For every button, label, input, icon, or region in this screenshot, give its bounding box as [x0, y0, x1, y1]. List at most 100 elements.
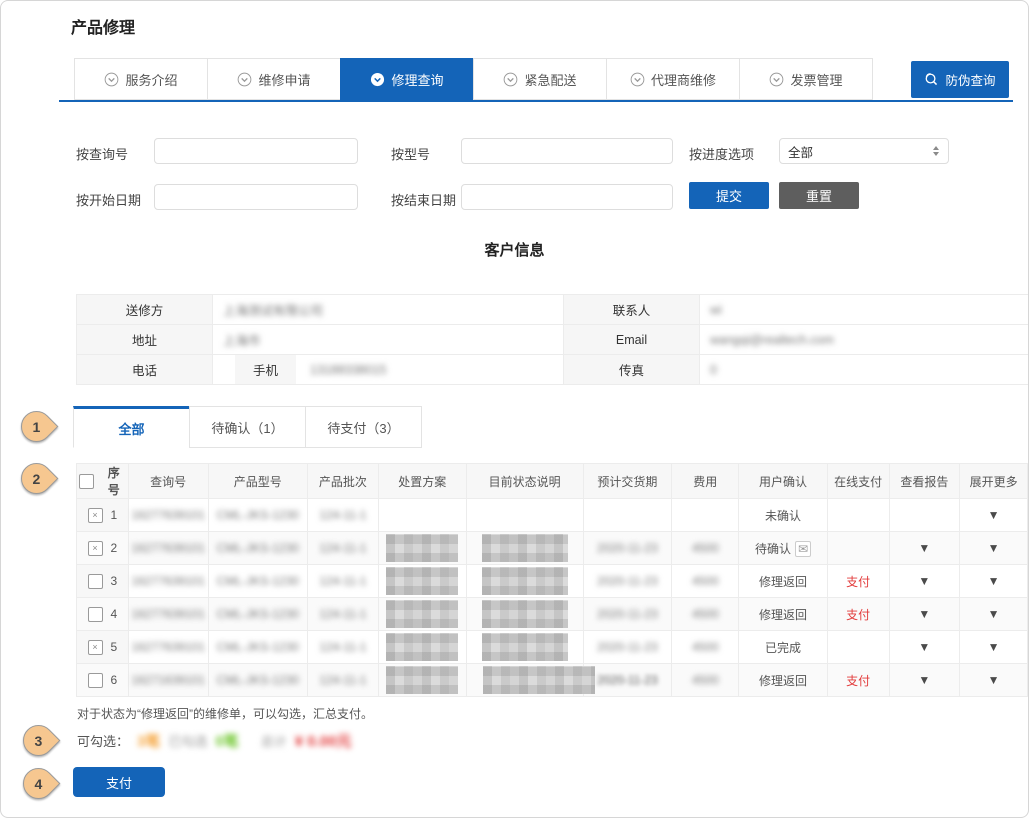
- start-date-input[interactable]: [154, 184, 358, 210]
- view-report-icon[interactable]: ▼: [918, 574, 930, 588]
- pay-cell: [827, 532, 889, 565]
- message-icon[interactable]: ✉: [795, 541, 811, 557]
- model-input[interactable]: [461, 138, 673, 164]
- col-pay: 在线支付: [827, 464, 889, 499]
- redacted-plan: [386, 600, 458, 628]
- row-no: 1: [111, 508, 118, 522]
- col-query: 查询号: [128, 464, 208, 499]
- pay-link[interactable]: 支付: [846, 575, 870, 589]
- customer-row-address-email: 地址 上海市 Email wangqi@realtech.com: [77, 325, 1029, 355]
- mobile-label: 手机: [235, 355, 296, 384]
- annotation-badge-1: 1: [15, 405, 59, 449]
- expand-more-icon[interactable]: ▼: [988, 640, 1000, 654]
- anti-counterfeit-query-button[interactable]: 防伪查询: [911, 61, 1009, 98]
- tab-repair-apply[interactable]: 维修申请: [207, 58, 341, 100]
- total-label: 总计: [261, 731, 287, 750]
- tab-service-intro[interactable]: 服务介绍: [74, 58, 208, 100]
- product-model: CML-JKS-1230: [217, 508, 299, 522]
- tab-label: 服务介绍: [125, 70, 177, 89]
- row-checkbox[interactable]: [88, 607, 103, 622]
- chevron-down-icon: [503, 72, 518, 87]
- chevron-down-icon: [237, 72, 252, 87]
- query-no: 16277639101: [131, 541, 204, 555]
- selectable-label: 可勾选：: [77, 731, 129, 750]
- table-header-row: 序号 查询号 产品型号 产品批次 处置方案 目前状态说明 预计交货期 费用 用户…: [77, 464, 1028, 499]
- col-batch: 产品批次: [307, 464, 378, 499]
- row-no: 2: [111, 541, 118, 555]
- annotation-badge-4: 4: [17, 762, 61, 806]
- redacted-status: [482, 600, 568, 628]
- query-no: 16277639101: [131, 574, 204, 588]
- pay-link[interactable]: 支付: [846, 674, 870, 688]
- row-no: 3: [111, 574, 118, 588]
- tab-label: 修理查询: [391, 70, 443, 89]
- query-no: 16277639101: [131, 508, 204, 522]
- product-model: CML-JKS-1230: [217, 640, 299, 654]
- subtab-all[interactable]: 全部: [73, 406, 190, 448]
- end-date-label: 按结束日期: [391, 190, 456, 209]
- table-row: 2 16277639101 CML-JKS-1230 124-11-1 2020…: [77, 532, 1028, 565]
- select-all-checkbox[interactable]: [79, 474, 94, 489]
- fee-cell: [672, 499, 739, 532]
- progress-label: 按进度选项: [689, 144, 754, 163]
- confirm-status: 待确认: [755, 542, 791, 556]
- redacted-plan: [386, 666, 458, 694]
- chevron-down-icon: [769, 72, 784, 87]
- report-cell: [889, 499, 960, 532]
- col-report: 查看报告: [889, 464, 960, 499]
- tab-invoice-mgmt[interactable]: 发票管理: [739, 58, 873, 100]
- view-report-icon[interactable]: ▼: [918, 541, 930, 555]
- expand-more-icon[interactable]: ▼: [988, 541, 1000, 555]
- product-model: CML-JKS-1230: [217, 673, 299, 687]
- selection-summary: 可勾选： 3笔 已勾选 0笔 总计 ¥ 0.00元: [77, 730, 351, 751]
- delivery-date: 2020-11-23: [597, 541, 658, 555]
- progress-select[interactable]: 全部: [779, 138, 949, 164]
- expand-more-icon[interactable]: ▼: [988, 673, 1000, 687]
- chevron-down-icon: [630, 72, 645, 87]
- pay-link[interactable]: 支付: [846, 608, 870, 622]
- confirm-status: 修理返回: [739, 598, 827, 631]
- plan-cell: [378, 499, 466, 532]
- expand-more-icon[interactable]: ▼: [988, 607, 1000, 621]
- total-amount: ¥ 0.00元: [295, 730, 352, 751]
- row-checkbox[interactable]: [88, 574, 103, 589]
- view-report-icon[interactable]: ▼: [918, 673, 930, 687]
- annotation-badge-2: 2: [15, 457, 59, 501]
- expand-more-icon[interactable]: ▼: [988, 508, 1000, 522]
- chevron-down-icon: [370, 72, 385, 87]
- status-filter-tabs: 全部 待确认（1） 待支付（3）: [73, 406, 422, 448]
- customer-row-phone-fax: 电话 手机 13188338015 传真 0: [77, 355, 1029, 385]
- tab-agent-repair[interactable]: 代理商维修: [606, 58, 740, 100]
- sender-value: 上海测试有限公司: [223, 304, 323, 318]
- end-date-input[interactable]: [461, 184, 673, 210]
- customer-row-sender-contact: 送修方 上海测试有限公司 联系人 wi: [77, 295, 1029, 325]
- query-no: 16277639101: [131, 607, 204, 621]
- tab-label: 代理商维修: [651, 70, 716, 89]
- start-date-label: 按开始日期: [76, 190, 141, 209]
- pay-cell: [827, 499, 889, 532]
- customer-info-table: 送修方 上海测试有限公司 联系人 wi 地址 上海市 Email wangqi@…: [76, 294, 1029, 385]
- reset-button[interactable]: 重置: [779, 182, 859, 209]
- query-no-input[interactable]: [154, 138, 358, 164]
- expand-more-icon[interactable]: ▼: [988, 574, 1000, 588]
- email-value: wangqi@realtech.com: [710, 333, 834, 347]
- product-batch: 124-11-1: [319, 541, 366, 555]
- nav-tab-bar: 服务介绍 维修申请 修理查询 紧急配送 代理商维修 发票管理: [74, 58, 873, 100]
- product-batch: 124-11-1: [319, 640, 366, 654]
- subtab-pending-confirm[interactable]: 待确认（1）: [189, 406, 306, 448]
- subtab-pending-payment[interactable]: 待支付（3）: [305, 406, 422, 448]
- tab-urgent-delivery[interactable]: 紧急配送: [473, 58, 607, 100]
- view-report-icon[interactable]: ▼: [918, 607, 930, 621]
- tab-repair-query[interactable]: 修理查询: [340, 58, 474, 100]
- row-no: 5: [111, 640, 118, 654]
- annotation-badge-3: 3: [17, 719, 61, 763]
- email-label: Email: [564, 325, 700, 355]
- selected-label: 已勾选: [168, 731, 207, 750]
- pay-button[interactable]: 支付: [73, 767, 165, 797]
- tab-label: 维修申请: [258, 70, 310, 89]
- fee: 4500: [692, 607, 719, 621]
- address-label: 地址: [77, 325, 213, 355]
- submit-button[interactable]: 提交: [689, 182, 769, 209]
- view-report-icon[interactable]: ▼: [918, 640, 930, 654]
- row-checkbox[interactable]: [88, 673, 103, 688]
